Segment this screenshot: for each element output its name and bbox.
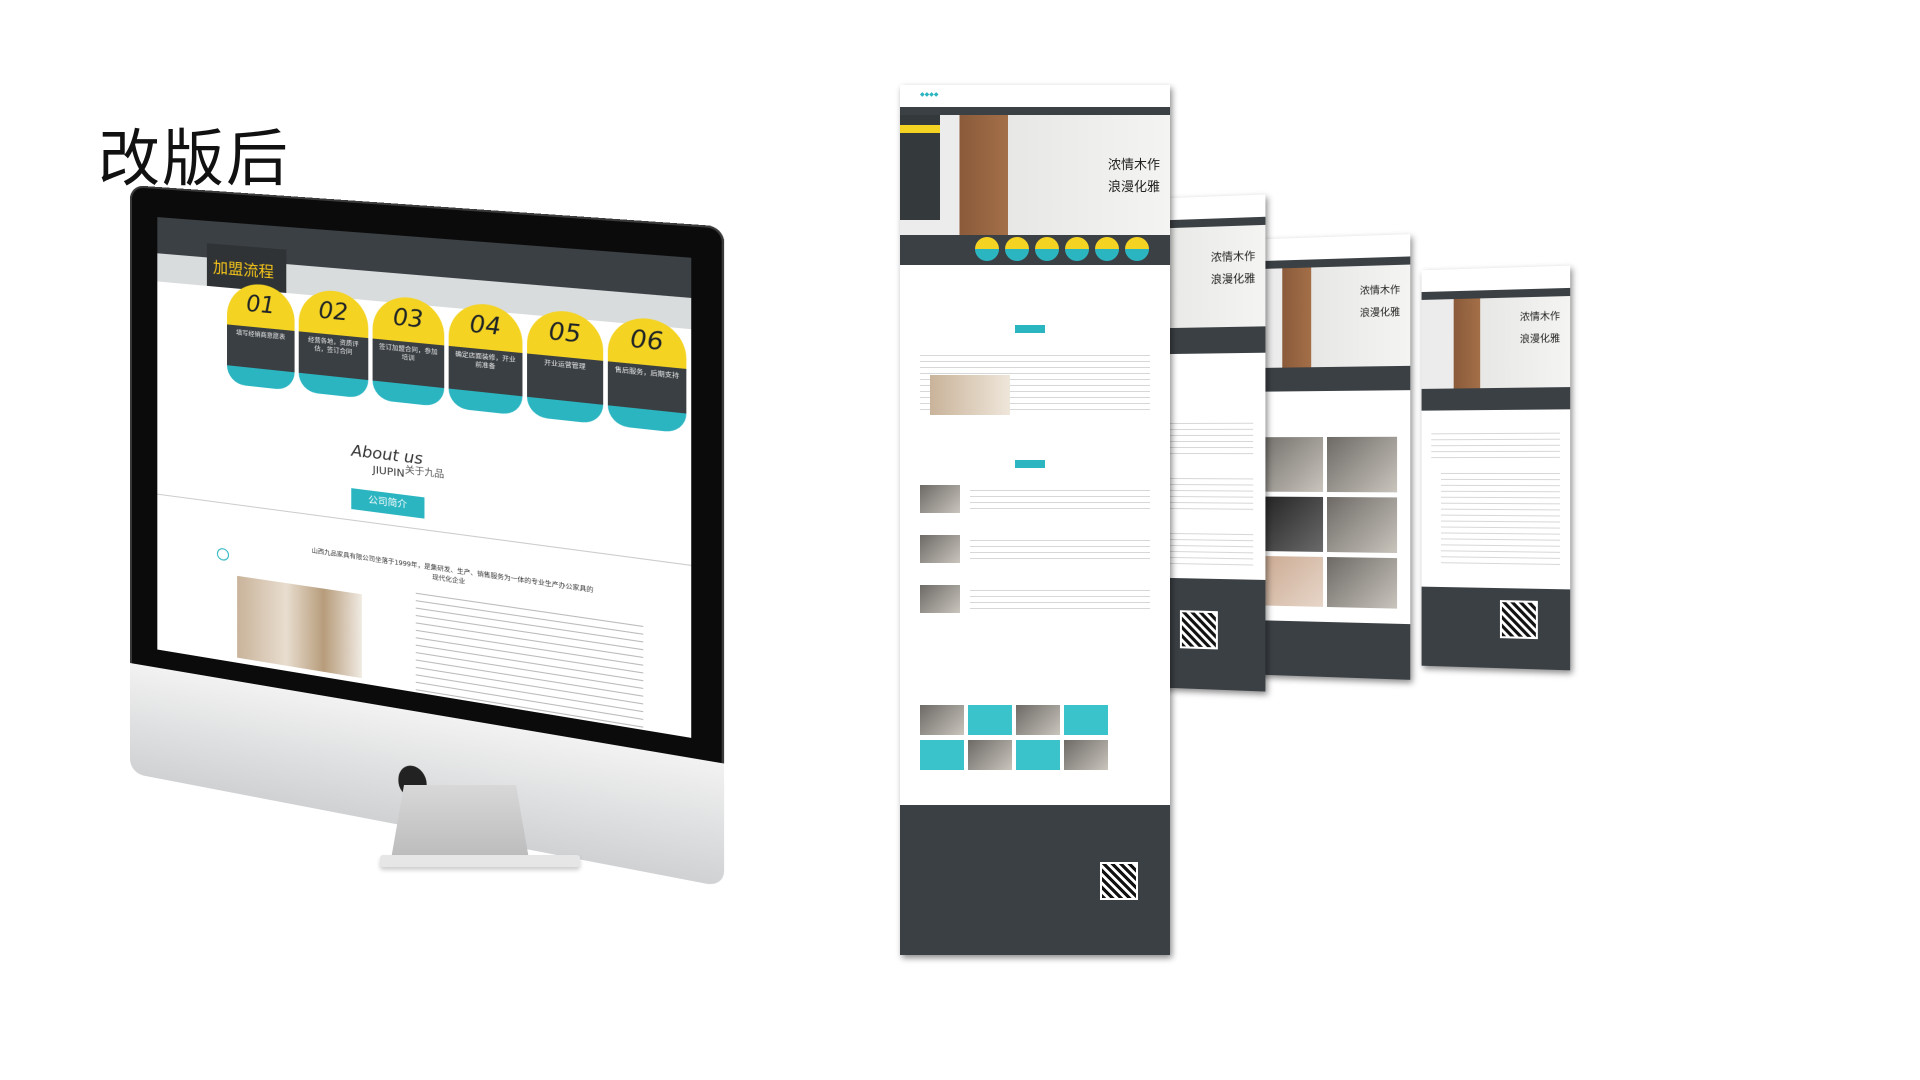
imac-mockup: 加盟流程 01 填写经销商意愿表 02 经营各地，资质评估，签订合同 03 签订… [130,185,725,888]
join-step: 03 签订加盟合同，参加培训 [372,294,445,408]
join-step: 05 开业运营管理 [527,308,604,425]
slogan-line-2: 浪漫化雅 [1107,180,1160,195]
slogan-line-1: 浓情木作 [1359,285,1401,298]
office-photo [237,575,362,679]
banner-slogan: 浓情木作 浪漫化雅 [1108,155,1160,199]
slogan-line-1: 浓情木作 [1519,311,1561,324]
join-step: 02 经营各地，资质评估，签订合同 [298,287,369,399]
decor-circle [216,547,230,562]
company-intro-button[interactable]: 公司简介 [351,488,425,519]
site-logo-icon: ◆◆◆◆ [920,91,939,98]
site-page-home: ◆◆◆◆ 浓情木作 浪漫化雅 [900,85,1170,955]
banner-slogan: 浓情木作 浪漫化雅 [1360,280,1400,325]
slogan-line-2: 浪漫化雅 [1519,333,1561,346]
about-cn: 关于九品 [404,465,445,481]
join-process-title: 加盟流程 [212,257,274,282]
slogan-line-1: 浓情木作 [1107,158,1160,173]
banner-slogan: 浓情木作 浪漫化雅 [1211,245,1255,291]
banner-slogan: 浓情木作 浪漫化雅 [1520,306,1560,351]
paragraph-lines [415,586,644,738]
site-page-cases: 浓情木作 浪漫化雅 [1246,234,1411,680]
site-page-contact: 浓情木作 浪漫化雅 [1421,265,1571,671]
slogan-line-2: 浪漫化雅 [1359,307,1401,320]
imac-stand-base [380,855,580,867]
imac-screen: 加盟流程 01 填写经销商意愿表 02 经营各地，资质评估，签订合同 03 签订… [157,217,692,738]
join-step: 06 售后服务，后期支持 [607,315,687,434]
join-step: 01 填写经销商意愿表 [227,281,295,391]
slogan-line-2: 浪漫化雅 [1210,271,1256,287]
about-brand: JIUPIN [372,464,405,481]
imac-stand [390,785,530,865]
join-step: 04 确定店面装修，开业前准备 [448,301,523,416]
slogan-line-1: 浓情木作 [1210,249,1256,264]
